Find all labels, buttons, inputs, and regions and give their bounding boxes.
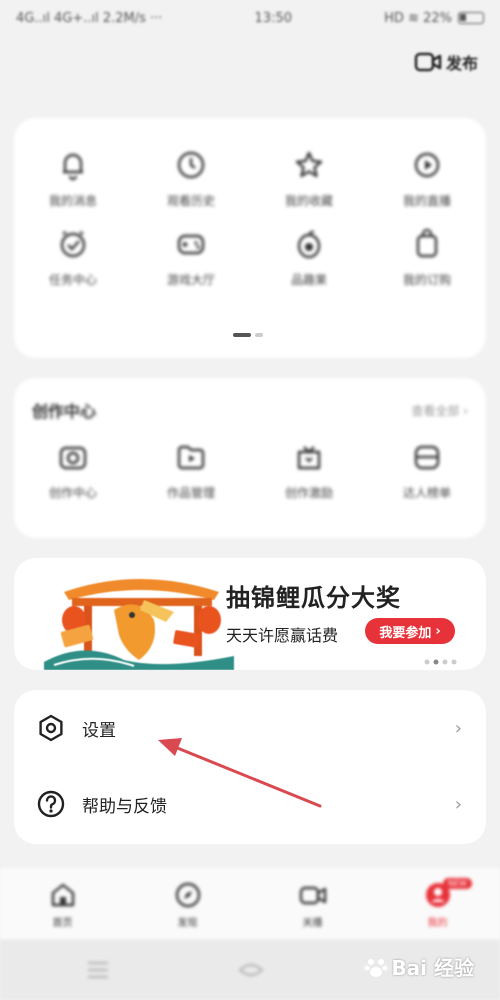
creator-item-label: 创作中心 [48, 486, 97, 500]
creator-item-center[interactable]: 创作中心 [14, 440, 132, 501]
system-status-text: HD ≋ 22% [384, 10, 452, 26]
join-now-button[interactable]: 我要参加 › [365, 618, 455, 644]
tab-home[interactable]: 首页 [0, 868, 125, 940]
creator-item-label: 达人榜单 [402, 486, 451, 500]
new-badge: NEW [443, 878, 472, 889]
creator-view-all-link[interactable]: 查看全部 › [411, 402, 468, 419]
grid-item-label: 我的直播 [402, 194, 451, 208]
creator-center-card: 创作中心 查看全部 › 创作中心 作品管理 创作激励 达人榜单 [14, 378, 486, 538]
join-now-label: 我要参加 [379, 625, 432, 641]
grid-item-label: 我的消息 [48, 194, 97, 208]
creator-item-rewards[interactable]: 创作激励 [250, 440, 368, 501]
grid-pager-indicator [233, 333, 263, 337]
menu-lines-icon[interactable] [86, 960, 110, 980]
camera-icon [59, 446, 87, 470]
grid-item-label: 我的收藏 [284, 194, 333, 208]
clock: 13:50 [254, 10, 293, 26]
clock-icon [177, 151, 205, 179]
grid-item-live[interactable]: 我的直播 [368, 148, 486, 209]
tab-discover[interactable]: 发现 [125, 868, 250, 940]
creator-item-ranking[interactable]: 达人榜单 [368, 440, 486, 501]
bag-icon [416, 228, 438, 258]
tab-video[interactable]: 关播 [250, 868, 375, 940]
banner-subtitle: 天天许愿赢话费 [226, 626, 339, 645]
grid-item-label: 游戏大厅 [166, 273, 215, 287]
tab-label: 关播 [302, 917, 323, 929]
grid-item-tasks[interactable]: 任务中心 [14, 227, 132, 288]
bowl-icon [414, 445, 440, 470]
grid-item-label: 观看历史 [166, 194, 215, 208]
chevron-right-icon: › [435, 623, 441, 639]
creator-item-label: 创作激励 [284, 486, 333, 500]
banner-title: 抽锦鲤瓜分大奖 [226, 584, 401, 612]
gamepad-icon [177, 234, 205, 255]
grid-item-melon[interactable]: 品趣果 [250, 227, 368, 288]
grid-item-label: 品趣果 [290, 273, 327, 287]
grid-item-history[interactable]: 观看历史 [132, 148, 250, 209]
settings-row[interactable]: 设置 › [14, 690, 486, 766]
status-bar: 4G..ıl 4G+..ıl 2.2M/s ··· 13:50 HD ≋ 22% [0, 0, 500, 36]
banner-pager-indicator [424, 659, 457, 665]
grid-item-messages[interactable]: 我的消息 [14, 148, 132, 209]
watermark-text: Bai 经验 [391, 956, 474, 980]
chevron-right-icon: › [454, 717, 462, 739]
help-circle-icon [37, 790, 65, 818]
tab-label: 我的 [427, 917, 448, 929]
compass-icon [175, 882, 200, 907]
network-text: 4G..ıl 4G+..ıl 2.2M/s ··· [16, 10, 163, 26]
settings-label: 设置 [82, 720, 116, 741]
creator-title: 创作中心 [32, 402, 97, 421]
grid-item-label: 任务中心 [48, 273, 97, 287]
bell-icon [63, 153, 83, 181]
network-status: 4G..ıl 4G+..ıl 2.2M/s ··· [16, 11, 162, 26]
home-outline-icon[interactable] [236, 958, 266, 982]
quick-actions-card: 我的消息 观看历史 我的收藏 我的直播 任务中心 游戏大厅 品趣果 我的订购 [14, 118, 486, 358]
promo-banner[interactable] [14, 558, 486, 670]
tab-me[interactable]: 我的 NEW [375, 868, 500, 940]
star-icon [295, 151, 323, 178]
live-icon [414, 152, 440, 178]
grid-item-label: 我的订购 [402, 273, 451, 287]
baidu-jingyan-watermark: Bai 经验 [363, 952, 474, 981]
paw-icon [364, 958, 388, 977]
grid-item-games[interactable]: 游戏大厅 [132, 227, 250, 288]
video-camera-icon [414, 52, 442, 72]
grid-item-orders[interactable]: 我的订购 [368, 227, 486, 288]
koi-festival-illustration [44, 579, 234, 670]
chevron-right-icon: › [454, 793, 462, 815]
melon-icon [297, 230, 321, 259]
creator-item-works[interactable]: 作品管理 [132, 440, 250, 501]
home-icon [51, 883, 74, 906]
battery-icon [458, 12, 484, 24]
gift-icon [297, 446, 321, 470]
help-feedback-label: 帮助与反馈 [82, 796, 167, 817]
video-icon [299, 886, 326, 904]
tab-label: 发现 [177, 917, 198, 929]
grid-item-favorites[interactable]: 我的收藏 [250, 148, 368, 209]
publish-button[interactable]: 发布 [414, 50, 478, 74]
folder-play-icon [177, 445, 205, 470]
bottom-tab-bar: 首页 发现 关播 我的 NEW [0, 868, 500, 940]
publish-label: 发布 [445, 54, 478, 73]
menu-card: 设置 › 帮助与反馈 › [14, 690, 486, 844]
alarm-check-icon [60, 231, 86, 258]
system-status: HD ≋ 22% [384, 11, 484, 26]
help-feedback-row[interactable]: 帮助与反馈 › [14, 766, 486, 842]
creator-item-label: 作品管理 [166, 486, 215, 500]
settings-hexagon-icon [39, 714, 63, 742]
tab-label: 首页 [52, 917, 73, 929]
